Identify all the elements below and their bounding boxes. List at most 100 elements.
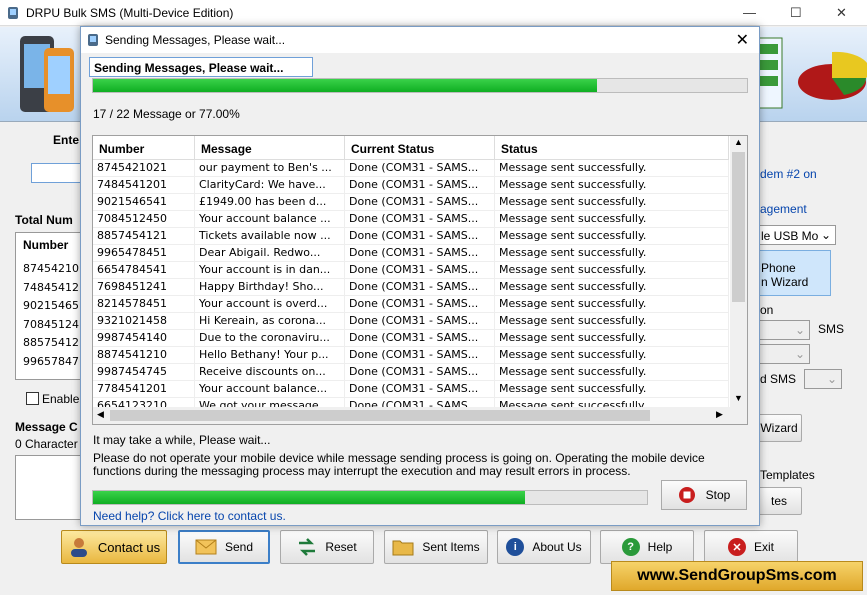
table-row[interactable]: 9965478451 Dear Abigail. Redwo... Done (C…: [93, 245, 729, 262]
option-select-1[interactable]: ⌄: [756, 320, 810, 340]
table-cell: 7698451241: [93, 279, 195, 295]
management-link[interactable]: agement: [760, 202, 807, 216]
contact-us-button[interactable]: Contact us: [61, 530, 167, 564]
table-cell: Message sent successfully.: [495, 194, 729, 210]
message-composer-label: Message C: [15, 420, 78, 434]
table-cell: 8874541210: [93, 347, 195, 363]
table-cell: 8745421021: [93, 160, 195, 176]
table-cell: 7084512450: [93, 211, 195, 227]
table-row[interactable]: 8874541210 Hello Bethany! Your p... Done (…: [93, 347, 729, 364]
table-cell: Done (COM31 - SAMS...: [345, 211, 495, 227]
table-cell: Hi Kereain, as corona...: [195, 313, 345, 329]
table-cell: 7784541201: [93, 381, 195, 397]
dialog-titlebar: Sending Messages, Please wait... ✕: [81, 27, 759, 53]
exit-button[interactable]: ✕ Exit: [704, 530, 798, 564]
scroll-left-icon[interactable]: ◀: [97, 409, 104, 420]
table-cell: 7484541201: [93, 177, 195, 193]
reset-button[interactable]: Reset: [280, 530, 374, 564]
column-header-current-status[interactable]: Current Status: [345, 136, 495, 159]
table-row[interactable]: 9987454745 Receive discounts on... Done (C…: [93, 364, 729, 381]
table-cell: Your account balance ...: [195, 211, 345, 227]
table-cell: Message sent successfully.: [495, 245, 729, 261]
enable-checkbox[interactable]: [26, 392, 39, 405]
contact-person-icon: [70, 538, 87, 557]
phones-logo: [20, 36, 74, 112]
table-row[interactable]: 7784541201 Your account balance... Done (C…: [93, 381, 729, 398]
list-item: 70845124: [23, 317, 79, 331]
reset-arrows-icon: [299, 538, 316, 556]
sending-status-label: Sending Messages, Please wait...: [89, 57, 313, 77]
messages-grid[interactable]: Number Message Current Status Status 874…: [92, 135, 748, 425]
exit-x-icon: ✕: [727, 538, 746, 556]
stop-button[interactable]: Stop: [661, 480, 747, 510]
column-header-status[interactable]: Status: [495, 136, 729, 159]
iphone-wizard-button[interactable]: Phone n Wizard: [756, 250, 831, 296]
help-button[interactable]: ? Help: [600, 530, 694, 564]
about-us-button[interactable]: i About Us: [497, 530, 591, 564]
minimize-button[interactable]: —: [743, 5, 756, 20]
table-row[interactable]: 9321021458 Hi Kereain, as corona... Done (…: [93, 313, 729, 330]
table-cell: Message sent successfully.: [495, 177, 729, 193]
vertical-scrollbar[interactable]: ▲ ▼: [730, 136, 747, 408]
table-cell: Tickets available now ...: [195, 228, 345, 244]
table-cell: 9021546541: [93, 194, 195, 210]
column-header-message[interactable]: Message: [195, 136, 345, 159]
help-contact-link[interactable]: Need help? Click here to contact us.: [93, 509, 286, 523]
table-cell: Dear Abigail. Redwo...: [195, 245, 345, 261]
sms-label: SMS: [818, 322, 845, 336]
window-title: DRPU Bulk SMS (Multi-Device Edition): [26, 6, 234, 20]
table-cell: Message sent successfully.: [495, 330, 729, 346]
table-row[interactable]: 7084512450 Your account balance ... Done (…: [93, 211, 729, 228]
help-question-icon: ?: [621, 538, 640, 556]
table-cell: Done (COM31 - SAMS...: [345, 296, 495, 312]
sent-items-button[interactable]: Sent Items: [384, 530, 488, 564]
option-label: on: [760, 303, 774, 317]
table-row[interactable]: 7484541201 ClarityCard: We have... Done (C…: [93, 177, 729, 194]
device-select[interactable]: le USB Mo ⌄: [756, 225, 836, 245]
scroll-down-icon[interactable]: ▼: [734, 393, 743, 403]
templates-button[interactable]: tes: [756, 487, 802, 515]
table-cell: Your account is overd...: [195, 296, 345, 312]
modem-status-text: dem #2 on: [760, 167, 817, 181]
table-cell: 9987454745: [93, 364, 195, 380]
numbers-list[interactable]: Number 87454210 74845412 90215465 708451…: [15, 232, 81, 380]
send-button[interactable]: Send: [178, 530, 270, 564]
table-row[interactable]: 6654784541 Your account is in dan... Done …: [93, 262, 729, 279]
table-cell: Done (COM31 - SAMS...: [345, 313, 495, 329]
table-cell: Message sent successfully.: [495, 313, 729, 329]
total-numbers-label: Total Num: [15, 213, 73, 227]
table-cell: Done (COM31 - SAMS...: [345, 330, 495, 346]
column-header-number[interactable]: Number: [93, 136, 195, 159]
templates-label: Templates: [760, 468, 815, 482]
dialog-close-icon[interactable]: ✕: [736, 30, 749, 50]
number-column-header: Number: [23, 238, 69, 252]
horizontal-scroll-thumb[interactable]: [110, 410, 650, 421]
table-row[interactable]: 8745421021 our payment to Ben's ... Done (…: [93, 160, 729, 177]
option-select-2[interactable]: ⌄: [756, 344, 810, 364]
list-item: 74845412: [23, 280, 79, 294]
chevron-down-icon: ⌄: [826, 372, 837, 386]
table-cell: Done (COM31 - SAMS...: [345, 177, 495, 193]
table-cell: Done (COM31 - SAMS...: [345, 364, 495, 380]
table-cell: Done (COM31 - SAMS...: [345, 381, 495, 397]
table-cell: 9965478451: [93, 245, 195, 261]
list-item: 87454210: [23, 262, 79, 275]
horizontal-scrollbar[interactable]: ◀ ▶: [93, 407, 747, 424]
scroll-right-icon[interactable]: ▶: [716, 409, 723, 420]
table-row[interactable]: 9987454140 Due to the coronaviru... Done (…: [93, 330, 729, 347]
scroll-up-icon[interactable]: ▲: [734, 137, 743, 147]
table-cell: our payment to Ben's ...: [195, 160, 345, 176]
vertical-scroll-thumb[interactable]: [732, 152, 745, 302]
wizard-button[interactable]: Wizard: [756, 414, 802, 442]
delay-select[interactable]: ⌄: [804, 369, 842, 389]
delay-sms-label: d SMS: [760, 372, 797, 386]
maximize-button[interactable]: ☐: [790, 5, 802, 21]
enter-input[interactable]: [31, 163, 81, 183]
dialog-app-icon: [88, 34, 98, 46]
table-row[interactable]: 8857454121 Tickets available now ... Done …: [93, 228, 729, 245]
message-textarea[interactable]: [15, 455, 81, 520]
close-button[interactable]: ✕: [836, 5, 847, 21]
table-row[interactable]: 7698451241 Happy Birthday! Sho... Done (CO…: [93, 279, 729, 296]
table-row[interactable]: 9021546541 £1949.00 has been d... Done (CO…: [93, 194, 729, 211]
table-row[interactable]: 8214578451 Your account is overd... Done (…: [93, 296, 729, 313]
